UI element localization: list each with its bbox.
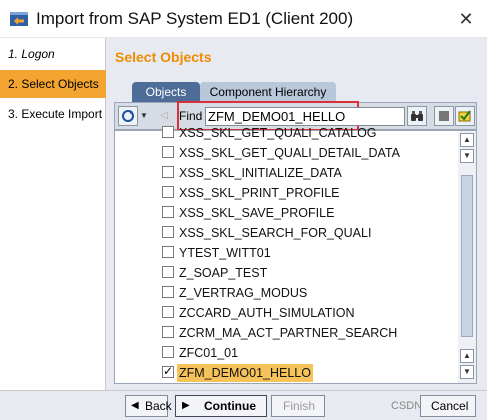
list-item[interactable]: XSS_SKL_PRINT_PROFILE	[115, 183, 455, 203]
scroll-up-icon[interactable]: ▲	[460, 133, 474, 147]
back-arrow-icon: ◀	[131, 400, 139, 411]
select-all-icon[interactable]	[455, 106, 475, 126]
checkbox[interactable]	[162, 186, 174, 198]
finish-label: Finish	[283, 399, 316, 413]
cancel-label: Cancel	[431, 399, 469, 413]
checkbox[interactable]	[162, 326, 174, 338]
step-execute-import[interactable]: 3. Execute Import	[0, 100, 106, 128]
list-item[interactable]: XSS_SKL_SAVE_PROFILE	[115, 203, 455, 223]
tab-component-hierarchy[interactable]: Component Hierarchy	[200, 82, 336, 102]
checkbox[interactable]	[162, 126, 174, 138]
window-title: Import from SAP System ED1 (Client 200)	[36, 9, 354, 28]
list-item-label: ZFC01_01	[179, 346, 239, 360]
list-item-label: ZFM_DEMO01_HELLO	[177, 364, 313, 382]
list-item[interactable]: Z_VERTRAG_MODUS	[115, 283, 455, 303]
checkbox[interactable]	[162, 286, 174, 298]
list-item[interactable]: YTEST_WITT01	[115, 243, 455, 263]
title-bar: Import from SAP System ED1 (Client 200) …	[0, 0, 487, 38]
list-item[interactable]: Z_SOAP_TEST	[115, 263, 455, 283]
step-select-objects[interactable]: 2. Select Objects	[0, 70, 106, 98]
step-logon[interactable]: 1. Logon	[0, 40, 106, 68]
cancel-button[interactable]: Cancel	[420, 395, 476, 417]
list-item-label: XSS_SKL_SEARCH_FOR_QUALI	[179, 226, 372, 240]
section-title: Select Objects	[115, 49, 212, 65]
main-panel: Select Objects Objects Component Hierarc…	[106, 38, 487, 390]
checkbox-checked[interactable]	[162, 364, 174, 378]
scroll-thumb[interactable]	[461, 175, 473, 337]
list-item-label: XSS_SKL_GET_QUALI_CATALOG	[179, 126, 377, 140]
list-item[interactable]: XSS_SKL_GET_QUALI_DETAIL_DATA	[115, 143, 455, 163]
checkbox[interactable]	[162, 166, 174, 178]
checkbox[interactable]	[162, 266, 174, 278]
scroll-down-icon[interactable]: ▼	[460, 365, 474, 379]
find-label: Find	[179, 109, 203, 123]
list-item[interactable]: XSS_SKL_SEARCH_FOR_QUALI	[115, 223, 455, 243]
steps-sidebar: 1. Logon 2. Select Objects 3. Execute Im…	[0, 38, 106, 390]
list-item-label: YTEST_WITT01	[179, 246, 271, 260]
list-item-label: XSS_SKL_INITIALIZE_DATA	[179, 166, 342, 180]
footer-bar: ◀ Back ▶ Continue Finish CSDN @... Cance…	[0, 390, 487, 420]
list-item-label: XSS_SKL_SAVE_PROFILE	[179, 206, 335, 220]
vertical-scrollbar[interactable]: ▲ ▼ ▲ ▼	[458, 131, 476, 383]
list-item-label: XSS_SKL_GET_QUALI_DETAIL_DATA	[179, 146, 400, 160]
list-item[interactable]: XSS_SKL_GET_QUALI_CATALOG	[115, 123, 455, 143]
checkbox[interactable]	[162, 146, 174, 158]
checkbox[interactable]	[162, 246, 174, 258]
list-item[interactable]: ZCCARD_AUTH_SIMULATION	[115, 303, 455, 323]
list-item-label: ZCRM_MA_ACT_PARTNER_SEARCH	[179, 326, 398, 340]
list-item[interactable]: ZCRM_MA_ACT_PARTNER_SEARCH	[115, 323, 455, 343]
list-item-label: XSS_SKL_PRINT_PROFILE	[179, 186, 340, 200]
sap-import-icon	[9, 10, 29, 28]
list-item-label: Z_VERTRAG_MODUS	[179, 286, 308, 300]
list-item[interactable]: XSS_SKL_INITIALIZE_DATA	[115, 163, 455, 183]
continue-label: Continue	[204, 399, 256, 413]
finish-button[interactable]: Finish	[271, 395, 325, 417]
list-item[interactable]: ZFC01_01	[115, 343, 455, 363]
scroll-up-icon[interactable]: ▲	[460, 349, 474, 363]
list-item-label: Z_SOAP_TEST	[179, 266, 268, 280]
back-button[interactable]: ◀ Back	[125, 395, 172, 417]
checkbox[interactable]	[162, 306, 174, 318]
checkbox[interactable]	[162, 206, 174, 218]
back-label: Back	[145, 399, 172, 413]
checkbox[interactable]	[162, 346, 174, 358]
tab-objects[interactable]: Objects	[132, 82, 200, 102]
list-item-label: ZCCARD_AUTH_SIMULATION	[179, 306, 355, 320]
object-list: XSS_SKL_GET_QUALI_CATALOG XSS_SKL_GET_QU…	[114, 126, 477, 384]
continue-arrow-icon: ▶	[182, 400, 190, 411]
scroll-down-icon[interactable]: ▼	[460, 149, 474, 163]
list-item-selected[interactable]: ZFM_DEMO01_HELLO	[115, 363, 455, 383]
close-icon[interactable]: ✕	[456, 9, 476, 29]
checkbox[interactable]	[162, 226, 174, 238]
continue-button[interactable]: ▶ Continue	[175, 395, 267, 417]
